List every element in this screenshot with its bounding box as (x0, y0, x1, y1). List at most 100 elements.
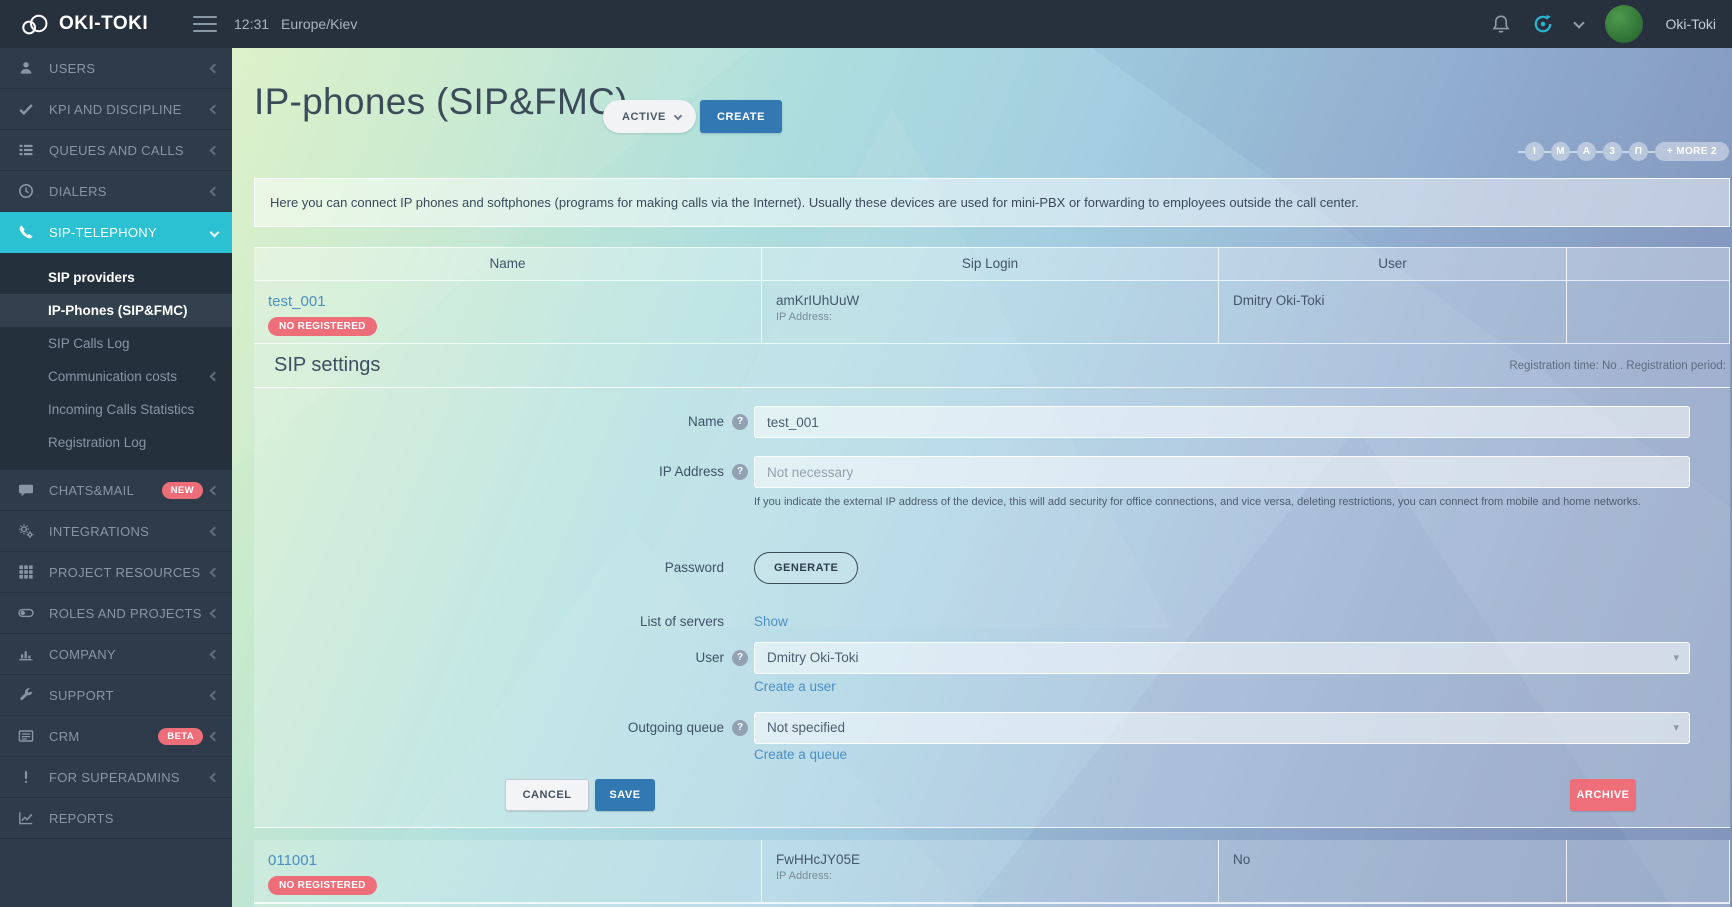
brand-logo[interactable]: OKI-TOKI (20, 0, 148, 48)
phones-table: NameSip LoginUser test_001NO REGISTEREDa… (254, 247, 1730, 907)
account-name: Oki-Toki (1665, 16, 1716, 32)
chevron-left-icon (210, 649, 220, 659)
chevron-left-icon (210, 567, 220, 577)
time-value: 12:31 (234, 16, 269, 32)
actions-cell (1567, 281, 1730, 343)
settings-form: Name IP Address If you indicate the exte… (254, 388, 1730, 828)
ip-address-help-text: If you indicate the external IP address … (754, 494, 1664, 511)
generate-password-button[interactable]: GENERATE (754, 552, 858, 584)
sidebar-item-for-superadmins[interactable]: FOR SUPERADMINS (0, 757, 232, 798)
cancel-button[interactable]: CANCEL (505, 779, 589, 811)
submenu-item-label: SIP Calls Log (48, 336, 218, 351)
sidebar-item-label: INTEGRATIONS (49, 524, 211, 539)
table-row: test_001NO REGISTEREDamKrIUhUuWIP Addres… (254, 281, 1730, 344)
sidebar-item-label: FOR SUPERADMINS (49, 770, 211, 785)
submenu-item-sip-calls-log[interactable]: SIP Calls Log (0, 327, 232, 360)
toggle-icon (18, 605, 34, 621)
submenu-item-label: SIP providers (48, 270, 218, 285)
create-user-link[interactable]: Create a user (754, 678, 836, 696)
sidebar-item-kpi-and-discipline[interactable]: KPI AND DISCIPLINE (0, 89, 232, 130)
brand-name: OKI-TOKI (59, 13, 148, 35)
submenu-item-incoming-calls-statistics[interactable]: Incoming Calls Statistics (0, 393, 232, 426)
sip-login-value: FwHHcJY05E (776, 852, 1204, 867)
topbar: OKI-TOKI 12:31 Europe/Kiev Oki-Toki (0, 0, 1732, 48)
sidebar-item-label: CRM (49, 729, 150, 744)
wrench-icon (18, 687, 34, 703)
member-avatar-badge[interactable]: 3 (1603, 142, 1622, 161)
sidebar-item-queues-and-calls[interactable]: QUEUES AND CALLS (0, 130, 232, 171)
menu-toggle-button[interactable] (193, 14, 217, 34)
submenu-item-ip-phones-sip-fmc-[interactable]: IP-Phones (SIP&FMC) (0, 294, 232, 327)
submenu-item-communication-costs[interactable]: Communication costs (0, 360, 232, 393)
sidebar-item-chats-mail[interactable]: CHATS&MAILNEW (0, 470, 232, 511)
sidebar-badge: NEW (162, 482, 203, 499)
line-chart-icon (18, 810, 34, 826)
chevron-left-icon (210, 772, 220, 782)
phone-name-link[interactable]: 011001 (268, 852, 317, 869)
outgoing-queue-select[interactable]: Not specified (754, 712, 1690, 744)
member-avatar-badge[interactable]: П (1629, 142, 1648, 161)
phone-name-link[interactable]: test_001 (268, 293, 326, 310)
sidebar-item-label: KPI AND DISCIPLINE (49, 102, 211, 117)
history-icon[interactable] (1533, 14, 1553, 34)
servers-field-label: List of servers (254, 606, 724, 638)
name-input[interactable] (754, 406, 1690, 438)
sidebar-item-users[interactable]: USERS (0, 48, 232, 89)
outgoing-queue-help-icon[interactable] (732, 720, 748, 736)
save-button[interactable]: SAVE (595, 779, 655, 811)
badge-connector (1648, 151, 1655, 153)
sidebar-menu: USERS KPI AND DISCIPLINE QUEUES AND CALLS D… (0, 48, 232, 839)
account-menu-chevron-icon[interactable] (1574, 17, 1585, 28)
member-avatar-badge[interactable]: M (1551, 142, 1570, 161)
sidebar-badge: BETA (158, 728, 203, 745)
user-value: No (1233, 852, 1552, 867)
archive-button[interactable]: ARCHIVE (1570, 779, 1636, 811)
ip-address-input[interactable] (754, 456, 1690, 488)
account-avatar[interactable] (1605, 5, 1643, 43)
outgoing-queue-field-label: Outgoing queue (254, 712, 724, 744)
user-help-icon[interactable] (732, 650, 748, 666)
chevron-left-icon (210, 104, 220, 114)
show-servers-link[interactable]: Show (754, 606, 788, 638)
user-select-value: Dmitry Oki-Toki (767, 650, 859, 665)
ip-address-help-icon[interactable] (732, 464, 748, 480)
status-filter-label: ACTIVE (622, 111, 666, 123)
sidebar-item-roles-and-projects[interactable]: ROLES AND PROJECTS (0, 593, 232, 634)
sidebar-item-crm[interactable]: CRM BETA (0, 716, 232, 757)
sidebar-item-company[interactable]: COMPANY (0, 634, 232, 675)
sidebar-item-sip-telephony[interactable]: SIP-TELEPHONY (0, 212, 232, 253)
sidebar-item-label: QUEUES AND CALLS (49, 143, 211, 158)
sip-settings-panel: SIP settings Registration time: No . Reg… (254, 344, 1730, 828)
cloud-logo-icon (20, 12, 50, 36)
actions-cell (1567, 840, 1730, 902)
column-header-extra (1567, 248, 1730, 280)
sidebar-item-support[interactable]: SUPPORT (0, 675, 232, 716)
submenu-item-sip-providers[interactable]: SIP providers (0, 261, 232, 294)
user-select[interactable]: Dmitry Oki-Toki (754, 642, 1690, 674)
more-members-badge[interactable]: + MORE 2 (1655, 142, 1729, 161)
table-row: 011001NO REGISTEREDFwHHcJY05EIP Address:… (254, 840, 1730, 903)
list-icon (18, 142, 34, 158)
badge-connector (1596, 151, 1603, 153)
chevron-left-icon (210, 485, 220, 495)
status-filter-dropdown[interactable]: ACTIVE (603, 100, 696, 133)
create-button[interactable]: CREATE (700, 100, 782, 133)
column-header-name: Name (254, 248, 762, 280)
sidebar-item-reports[interactable]: REPORTS (0, 798, 232, 839)
sidebar-item-project-resources[interactable]: PROJECT RESOURCES (0, 552, 232, 593)
sidebar-item-label: ROLES AND PROJECTS (49, 606, 211, 621)
submenu-item-label: Incoming Calls Statistics (48, 402, 218, 417)
name-help-icon[interactable] (732, 414, 748, 430)
name-field-label: Name (254, 406, 724, 438)
notifications-bell-icon[interactable] (1491, 14, 1511, 34)
submenu-item-registration-log[interactable]: Registration Log (0, 426, 232, 459)
member-avatar-badge[interactable]: I (1525, 142, 1544, 161)
sidebar-item-integrations[interactable]: INTEGRATIONS (0, 511, 232, 552)
sidebar-item-label: PROJECT RESOURCES (49, 565, 211, 580)
registration-status-badge: NO REGISTERED (268, 876, 377, 895)
clock-icon (18, 183, 34, 199)
member-avatar-badge[interactable]: A (1577, 142, 1596, 161)
create-queue-link[interactable]: Create a queue (754, 746, 847, 764)
next-row-edge (254, 903, 1730, 907)
sidebar-item-dialers[interactable]: DIALERS (0, 171, 232, 212)
